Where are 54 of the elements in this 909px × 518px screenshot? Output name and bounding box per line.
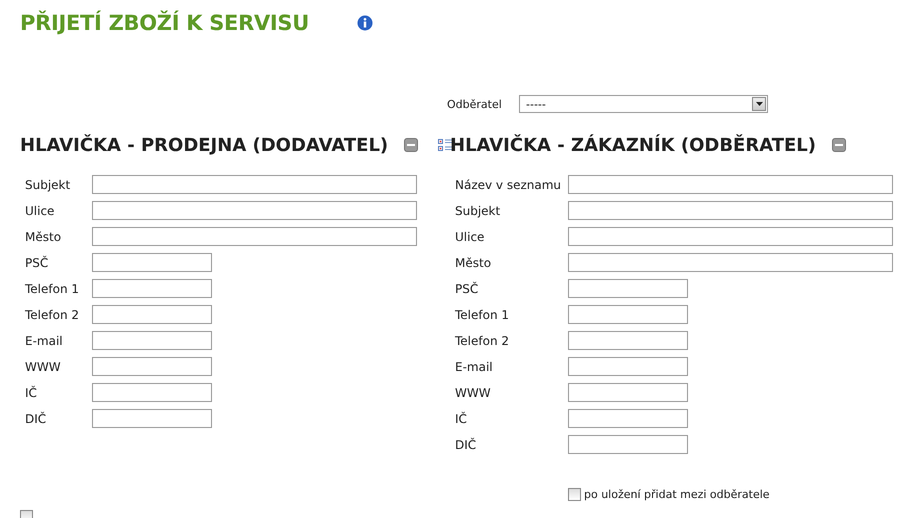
text-field[interactable] bbox=[92, 253, 212, 272]
text-field[interactable] bbox=[92, 305, 212, 324]
field-label: Subjekt bbox=[455, 204, 502, 218]
field-label: Odběratel bbox=[447, 98, 503, 110]
field-label: Ulice bbox=[455, 230, 486, 244]
text-field[interactable] bbox=[568, 331, 688, 350]
text-field[interactable] bbox=[92, 227, 417, 246]
text-field[interactable] bbox=[568, 409, 688, 428]
collapse-icon[interactable] bbox=[404, 138, 418, 152]
field-label: WWW bbox=[25, 360, 62, 374]
text-field[interactable] bbox=[568, 279, 688, 298]
field-label: Subjekt bbox=[25, 178, 72, 192]
field-label: DIČ bbox=[25, 412, 48, 426]
text-field[interactable] bbox=[568, 305, 688, 324]
text-field[interactable] bbox=[568, 435, 688, 454]
checkbox-label: po uložení přidat mezi odběratele bbox=[584, 488, 770, 501]
text-field[interactable] bbox=[92, 279, 212, 298]
list-icon[interactable] bbox=[438, 138, 454, 152]
field-label: Ulice bbox=[25, 204, 56, 218]
field-label: Město bbox=[25, 230, 62, 244]
text-field[interactable] bbox=[92, 175, 417, 194]
checkbox[interactable] bbox=[568, 488, 581, 501]
text-field[interactable] bbox=[568, 175, 893, 194]
text-field[interactable] bbox=[568, 357, 688, 376]
text-field[interactable] bbox=[568, 201, 893, 220]
text-field[interactable] bbox=[92, 383, 212, 402]
field-label: E-mail bbox=[25, 334, 64, 348]
field-label: Telefon 2 bbox=[25, 308, 80, 322]
text-field[interactable] bbox=[568, 227, 893, 246]
section-heading: HLAVIČKA - ZÁKAZNÍK (ODBĚRATEL) bbox=[450, 134, 816, 156]
section-heading: HLAVIČKA - PRODEJNA (DODAVATEL) bbox=[20, 134, 388, 156]
customer-dropdown[interactable]: ----- bbox=[519, 95, 768, 113]
field-label: IČ bbox=[455, 412, 468, 426]
field-label: Telefon 1 bbox=[455, 308, 510, 322]
field-label: Telefon 2 bbox=[455, 334, 510, 348]
field-label: Telefon 1 bbox=[25, 282, 80, 296]
field-label: WWW bbox=[455, 386, 492, 400]
info-icon[interactable] bbox=[357, 15, 373, 31]
field-label: Město bbox=[455, 256, 492, 270]
field-label: PSČ bbox=[455, 282, 480, 296]
dropdown-arrow-icon bbox=[756, 102, 762, 106]
page-title: PŘIJETÍ ZBOŽÍ K SERVISU bbox=[20, 11, 309, 35]
text-field[interactable] bbox=[568, 383, 688, 402]
collapse-icon[interactable] bbox=[832, 138, 846, 152]
field-label: E-mail bbox=[455, 360, 494, 374]
field-label: IČ bbox=[25, 386, 38, 400]
text-field[interactable] bbox=[92, 331, 212, 350]
text-field[interactable] bbox=[92, 409, 212, 428]
field-label: DIČ bbox=[455, 438, 478, 452]
text-field[interactable] bbox=[92, 357, 212, 376]
text-field[interactable] bbox=[92, 201, 417, 220]
field-label: Název v seznamu bbox=[455, 178, 562, 192]
text-field[interactable] bbox=[568, 253, 893, 272]
field-label: PSČ bbox=[25, 256, 50, 270]
